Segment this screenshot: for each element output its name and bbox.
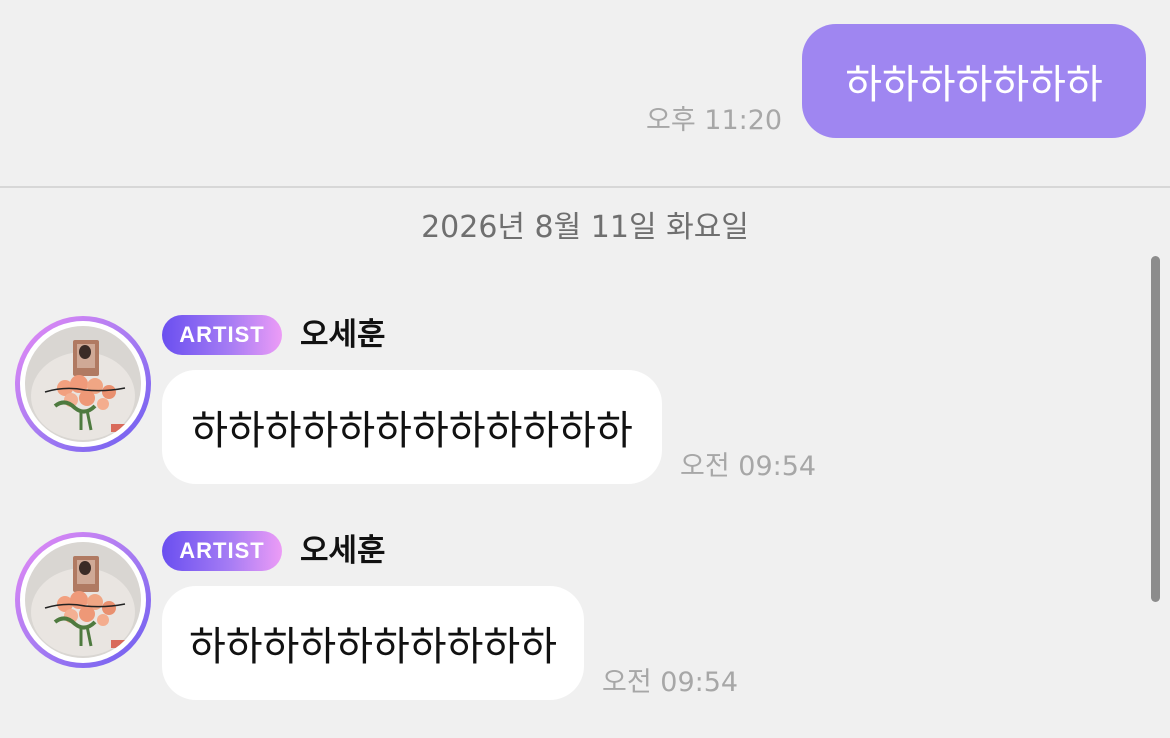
received-message-text: 하하하하하하하하하하하하 (191, 408, 633, 454)
sent-message-text: 하하하하하하하 (845, 62, 1103, 108)
section-divider (0, 186, 1170, 188)
sender-name[interactable]: 오세훈 (300, 315, 386, 355)
date-separator: 2026년 8월 11일 화요일 (421, 210, 749, 245)
received-message-time: 오전 09:54 (602, 667, 739, 698)
sender-avatar[interactable] (15, 316, 151, 452)
sender-avatar[interactable] (15, 532, 151, 668)
sent-message-time: 오후 11:20 (646, 105, 783, 136)
artist-badge: ARTIST (162, 315, 282, 355)
scrollbar[interactable] (1151, 256, 1160, 602)
received-message-bubble[interactable]: 하하하하하하하하하하하하 (162, 370, 662, 484)
received-message-bubble[interactable]: 하하하하하하하하하하 (162, 586, 584, 700)
profile-photo-avatar (25, 326, 141, 442)
artist-badge: ARTIST (162, 531, 282, 571)
profile-photo-avatar (25, 542, 141, 658)
received-message-time: 오전 09:54 (680, 451, 817, 482)
sender-name[interactable]: 오세훈 (300, 531, 386, 571)
received-message-text: 하하하하하하하하하하 (189, 624, 557, 670)
sent-message-bubble[interactable]: 하하하하하하하 (802, 24, 1146, 138)
